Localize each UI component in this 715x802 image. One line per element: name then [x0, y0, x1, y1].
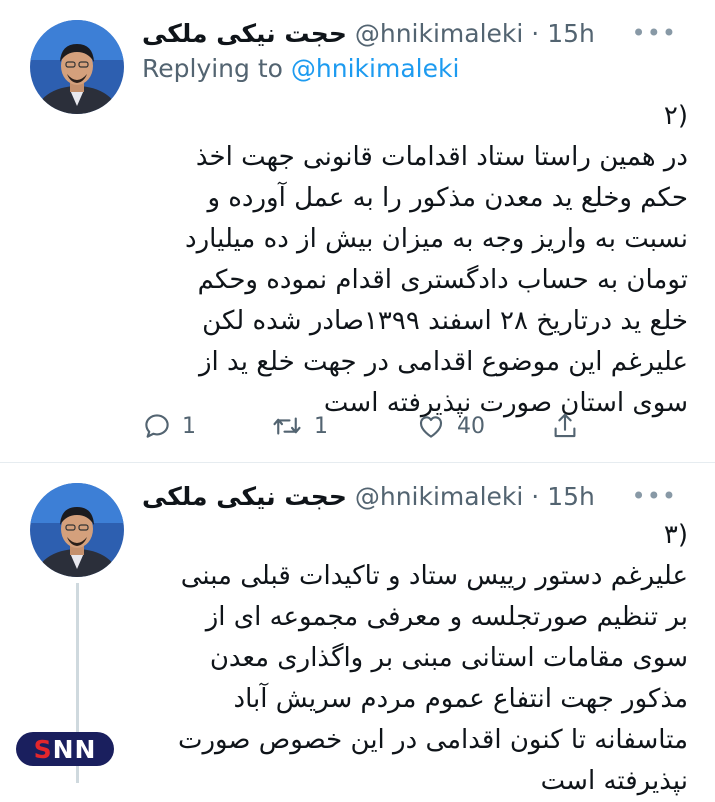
- text-line: متاسفانه تا کنون اقدامی در این خصوص صورت: [177, 725, 688, 755]
- share-icon: [554, 413, 576, 438]
- snn-watermark-logo: S NN: [16, 732, 114, 766]
- tweet-header: حجت نیکی ملکی @hnikimaleki · 15h •••: [142, 16, 695, 50]
- text-line: نپذیرفته است: [540, 766, 688, 796]
- handle-text: @hnikimaleki: [354, 481, 524, 511]
- tweet-actions: 1 1 40: [142, 406, 602, 446]
- text-line: بر تنظیم صورتجلسه و معرفی مجموعه ای از: [205, 602, 688, 632]
- avatar[interactable]: [30, 20, 124, 114]
- reply-button[interactable]: 1: [142, 411, 270, 441]
- author-handle[interactable]: @hnikimaleki · 15h: [355, 19, 595, 48]
- text-line: علیرغم این موضوع اقدامی در جهت خلع ید از: [199, 347, 688, 377]
- text-line: خلع ید درتاریخ ۲۸ اسفند ۱۳۹۹صادر شده لکن: [202, 306, 688, 336]
- replying-handle-link[interactable]: @hnikimaleki: [291, 54, 459, 83]
- share-button[interactable]: [550, 411, 580, 441]
- time-separator: ·: [531, 18, 540, 48]
- retweet-button[interactable]: 1: [270, 411, 415, 441]
- heart-icon: [419, 416, 443, 438]
- reply-icon: [145, 414, 169, 438]
- tweet-header: حجت نیکی ملکی @hnikimaleki · 15h •••: [142, 479, 695, 513]
- author-name[interactable]: حجت نیکی ملکی: [142, 482, 347, 511]
- like-count: 40: [457, 413, 485, 439]
- tweet-text: ۳) علیرغم دستور رییس ستاد و تاکیدات قبلی…: [142, 515, 688, 802]
- author-name[interactable]: حجت نیکی ملکی: [142, 19, 347, 48]
- avatar[interactable]: [30, 483, 124, 577]
- text-line: سوی مقامات استانی مبنی بر واگذاری معدن: [209, 643, 688, 673]
- text-line: حکم وخلع ید معدن مذکور را به عمل آورده و: [207, 183, 688, 213]
- text-line: نسبت به واریز وجه به میزان بیش از ده میل…: [185, 224, 688, 254]
- replying-prefix: Replying to: [142, 54, 283, 83]
- watermark-nn: NN: [52, 734, 97, 764]
- more-icon[interactable]: •••: [632, 19, 677, 47]
- watermark-s: S: [33, 734, 53, 764]
- handle-text: @hnikimaleki: [354, 18, 524, 48]
- text-line: تومان به حساب دادگستری اقدام نموده وحکم: [197, 265, 688, 295]
- retweet-icon: [273, 417, 301, 435]
- text-line: مذکور جهت انتفاع عموم مردم سریش آباد: [233, 684, 688, 714]
- more-icon[interactable]: •••: [632, 482, 677, 510]
- tweet-1[interactable]: حجت نیکی ملکی @hnikimaleki · 15h ••• Rep…: [0, 0, 715, 460]
- tweet-time[interactable]: 15h: [547, 482, 595, 511]
- retweet-count: 1: [314, 413, 328, 439]
- time-separator: ·: [531, 481, 540, 511]
- replying-to: Replying to @hnikimaleki: [142, 54, 459, 83]
- like-button[interactable]: 40: [415, 411, 550, 441]
- text-line: علیرغم دستور رییس ستاد و تاکیدات قبلی مب…: [180, 561, 688, 591]
- tweet-time[interactable]: 15h: [547, 19, 595, 48]
- tweet-text: ۲) در همین راستا ستاد اقدامات قانونی جهت…: [142, 96, 688, 424]
- author-handle[interactable]: @hnikimaleki · 15h: [355, 482, 595, 511]
- text-line: در همین راستا ستاد اقدامات قانونی جهت اخ…: [195, 142, 688, 172]
- text-line: ۲): [663, 101, 688, 131]
- reply-count: 1: [182, 413, 196, 439]
- text-line: ۳): [663, 520, 688, 550]
